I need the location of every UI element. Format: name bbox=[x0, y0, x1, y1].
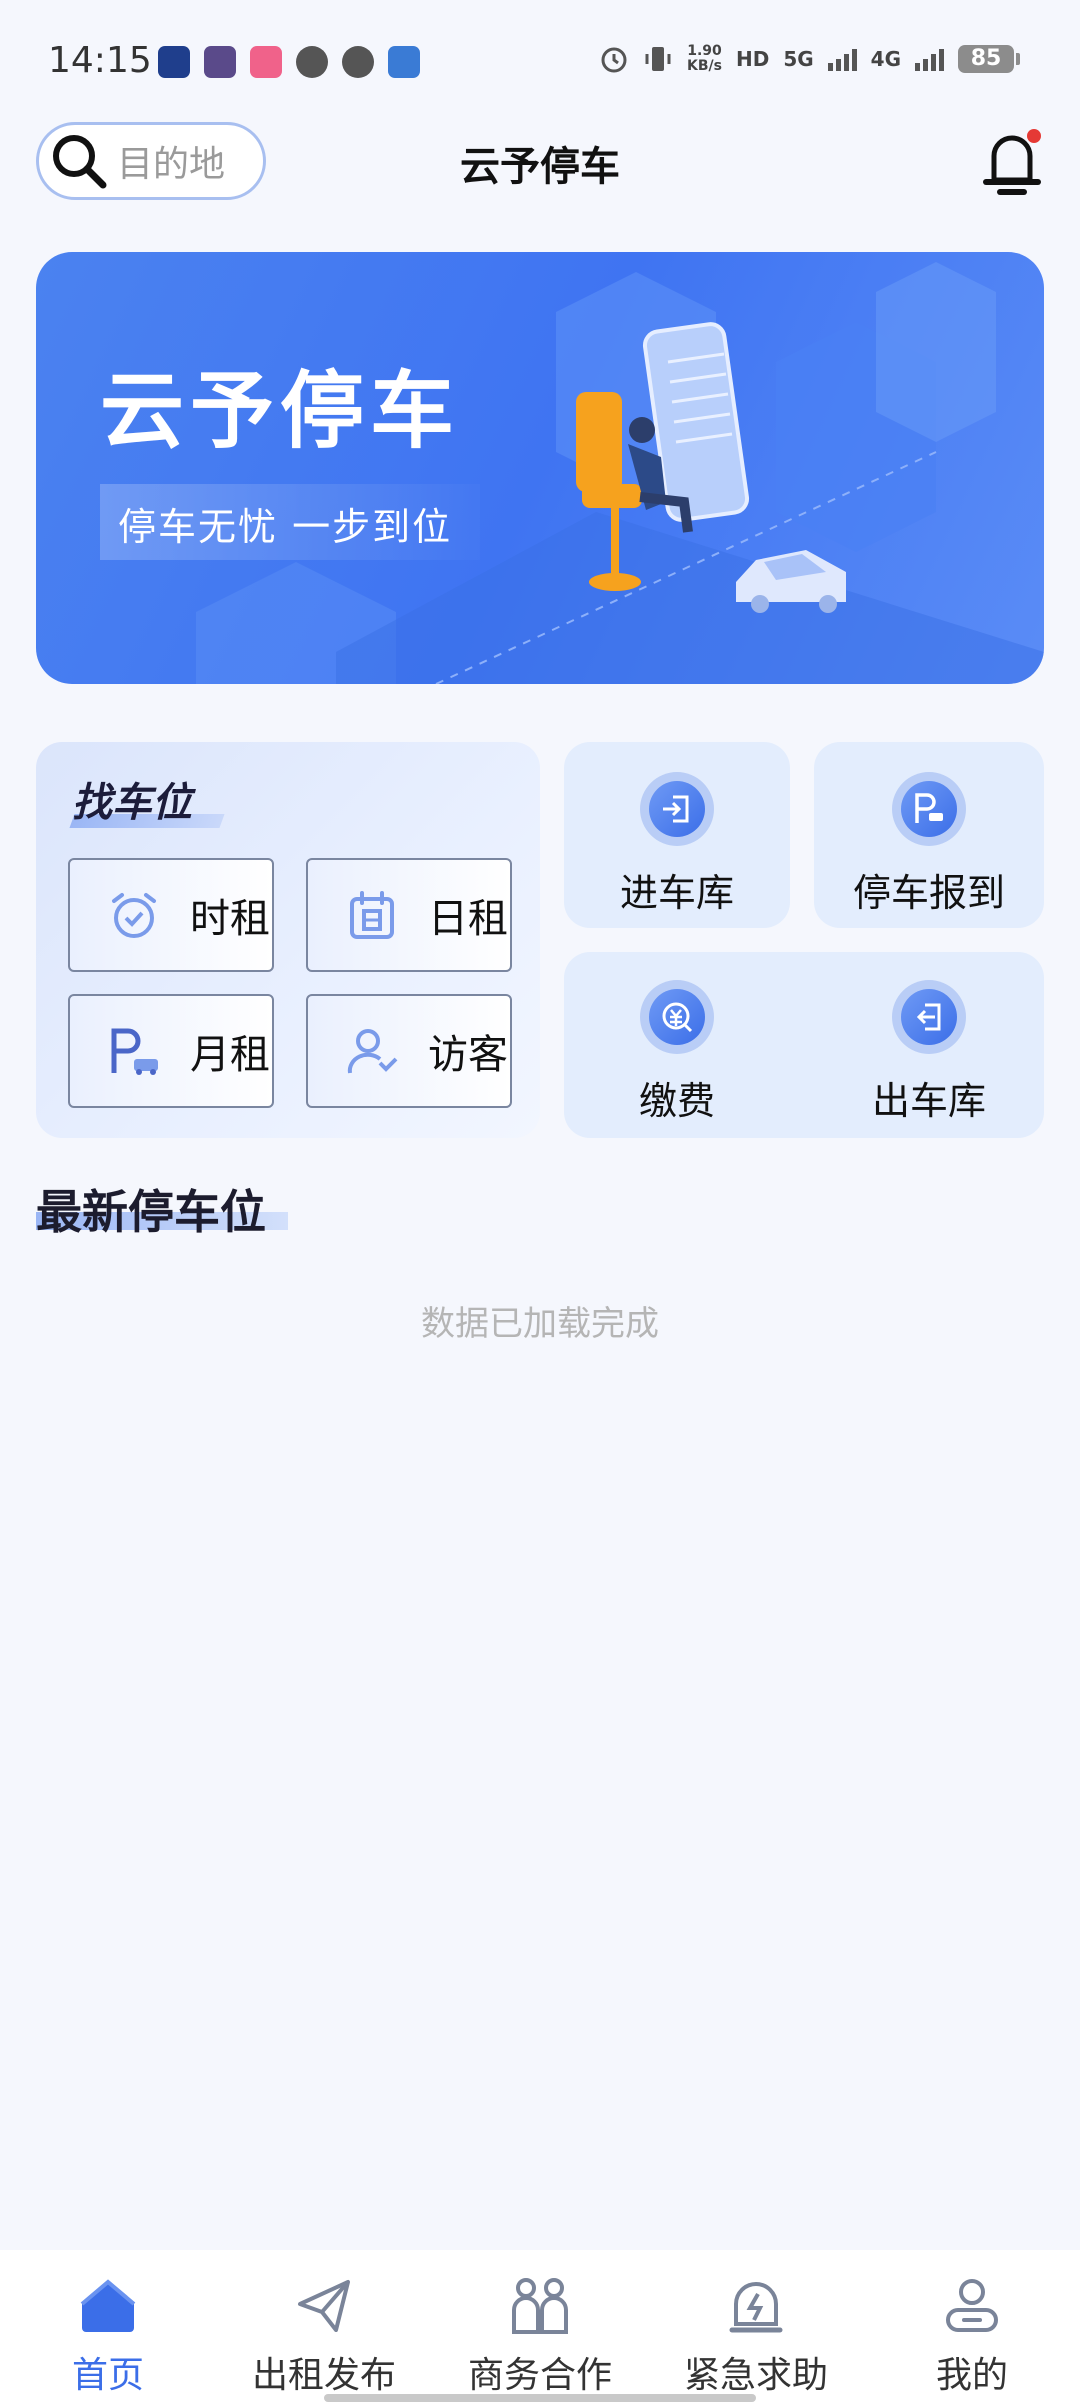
hd-indicator: HD bbox=[735, 47, 770, 71]
nav-home-label: 首页 bbox=[71, 2355, 144, 2396]
nav-emergency[interactable]: 紧急求助 bbox=[648, 2274, 864, 2398]
parking-checkin-icon bbox=[915, 793, 943, 823]
hourly-rent-label: 时租 bbox=[190, 896, 270, 942]
payment-icon bbox=[662, 1002, 693, 1033]
nav-profile-label: 我的 bbox=[935, 2355, 1008, 2396]
signal-icon bbox=[915, 47, 944, 71]
load-complete-text: 数据已加载完成 bbox=[421, 1304, 659, 1344]
daily-rent-label: 日租 bbox=[428, 896, 508, 942]
app-notification-icon bbox=[204, 46, 236, 78]
hourly-rent-button[interactable]: 时租 bbox=[68, 858, 274, 972]
payment-button[interactable]: 缴费 bbox=[564, 980, 790, 1125]
calendar-icon bbox=[350, 891, 394, 939]
payment-label: 缴费 bbox=[638, 1079, 715, 1123]
chat-bubble-icon bbox=[296, 46, 328, 78]
monthly-rent-label: 月租 bbox=[190, 1032, 270, 1078]
visitor-icon bbox=[347, 1029, 398, 1074]
nav-emergency-label: 紧急求助 bbox=[683, 2355, 828, 2396]
notification-bell-icon[interactable] bbox=[980, 124, 1044, 200]
app-notification-icon bbox=[342, 46, 374, 78]
signal-icon bbox=[827, 47, 857, 71]
sim2-network-label: 4G bbox=[870, 47, 901, 71]
network-speed: 1.90 KB/s bbox=[687, 43, 722, 74]
exit-garage-button[interactable]: 出车库 bbox=[814, 980, 1044, 1125]
nav-profile[interactable]: 我的 bbox=[864, 2274, 1080, 2398]
parking-car-icon bbox=[111, 1028, 158, 1075]
nav-rent-publish-label: 出租发布 bbox=[251, 2355, 396, 2396]
banner-illustration bbox=[196, 262, 1044, 684]
partners-icon bbox=[512, 2278, 568, 2334]
status-time: 14:15 bbox=[48, 40, 152, 81]
app-notification-icon bbox=[388, 46, 420, 78]
nav-rent-publish[interactable]: 出租发布 bbox=[216, 2274, 432, 2398]
notification-dot bbox=[1027, 129, 1041, 143]
find-parking-card: 找车位 时租 日租 月租 访客 bbox=[36, 742, 540, 1138]
system-status: 1.90 KB/s HD 5G 4G 85 bbox=[599, 44, 1020, 74]
paper-plane-icon bbox=[298, 2280, 350, 2332]
battery-level: 85 bbox=[958, 45, 1014, 73]
payment-exit-tile: 缴费 出车库 bbox=[564, 952, 1044, 1138]
status-bar: 14:15 1.90 KB/s HD 5G 4G 85 bbox=[0, 0, 1080, 120]
sim1-network-label: 5G bbox=[783, 47, 814, 71]
exit-garage-label: 出车库 bbox=[871, 1079, 986, 1123]
parking-checkin-label: 停车报到 bbox=[852, 871, 1005, 915]
banner-title: 云予停车 bbox=[100, 362, 461, 460]
notification-icons bbox=[158, 46, 420, 78]
page-title: 云予停车 bbox=[460, 144, 620, 190]
home-icon bbox=[80, 2279, 136, 2332]
exit-garage-icon bbox=[916, 1003, 941, 1031]
app-notification-icon bbox=[250, 46, 282, 78]
nav-home[interactable]: 首页 bbox=[0, 2274, 216, 2398]
nav-business-label: 商务合作 bbox=[467, 2355, 612, 2396]
home-indicator[interactable] bbox=[324, 2394, 756, 2402]
profile-icon bbox=[946, 2279, 998, 2332]
latest-parking-title: 最新停车位 bbox=[36, 1185, 266, 1239]
banner-subtitle: 停车无忧 一步到位 bbox=[118, 505, 453, 549]
battery-icon: 85 bbox=[958, 45, 1020, 73]
monthly-rent-button[interactable]: 月租 bbox=[68, 994, 274, 1108]
vibrate-icon bbox=[645, 47, 671, 71]
app-notification-icon bbox=[158, 46, 190, 78]
parking-checkin-tile[interactable]: 停车报到 bbox=[814, 742, 1044, 928]
enter-garage-label: 进车库 bbox=[619, 871, 734, 915]
nav-business[interactable]: 商务合作 bbox=[432, 2274, 648, 2398]
hero-banner[interactable]: 云予停车 停车无忧 一步到位 bbox=[36, 252, 1044, 684]
visitor-label: 访客 bbox=[428, 1032, 508, 1078]
daily-rent-button[interactable]: 日租 bbox=[306, 858, 512, 972]
enter-garage-tile[interactable]: 进车库 bbox=[564, 742, 790, 928]
alarm-clock-icon bbox=[112, 893, 156, 938]
bottom-navigation: 首页 出租发布 商务合作 紧急求助 我的 bbox=[0, 2250, 1080, 2408]
find-parking-title: 找车位 bbox=[72, 780, 192, 826]
emergency-icon bbox=[729, 2282, 783, 2333]
enter-garage-icon bbox=[663, 795, 689, 823]
visitor-button[interactable]: 访客 bbox=[306, 994, 512, 1108]
alarm-icon bbox=[601, 47, 627, 73]
